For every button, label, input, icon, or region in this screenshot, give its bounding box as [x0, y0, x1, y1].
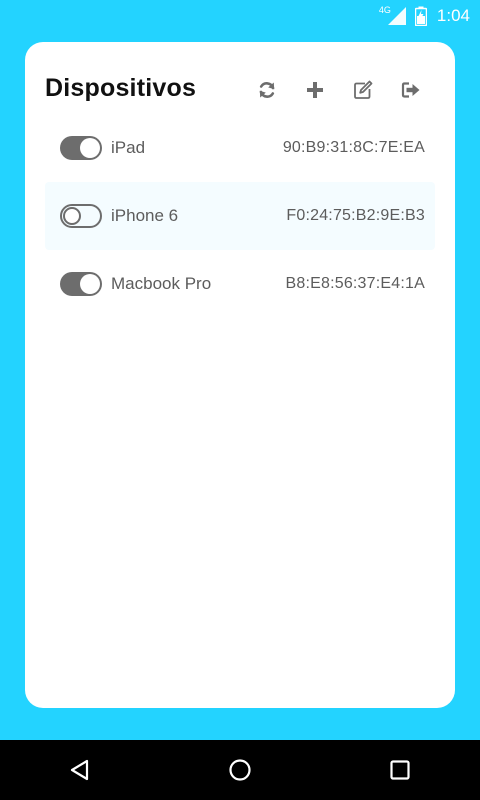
- sign-out-icon: [401, 82, 420, 98]
- device-toggle-ipad[interactable]: [60, 136, 102, 160]
- device-name: iPad: [111, 138, 146, 157]
- toggle-knob: [80, 274, 100, 294]
- plus-icon: [307, 82, 323, 98]
- device-row-iphone-6[interactable]: iPhone 6 F0:24:75:B2:9E:B3: [45, 182, 435, 250]
- device-mac-address: 90:B9:31:8C:7E:EA: [282, 139, 425, 156]
- devices-card: Dispositivos iPad 90:B9:31:8C:7E:EA iPho…: [25, 42, 455, 708]
- app-screen: 4G 1:04 Dispositivos iPad 90:B9:31:8C:7E…: [0, 0, 480, 740]
- device-toggle-macbook-pro[interactable]: [60, 272, 102, 296]
- device-name: Macbook Pro: [111, 274, 212, 293]
- page-title: Dispositivos: [45, 74, 197, 102]
- edit-button[interactable]: [339, 74, 387, 106]
- device-mac-address: F0:24:75:B2:9E:B3: [286, 207, 425, 224]
- device-mac-address: B8:E8:56:37:E4:1A: [285, 275, 425, 292]
- add-device-button[interactable]: [291, 74, 339, 106]
- back-icon: [70, 759, 89, 781]
- toggle-knob: [63, 207, 81, 225]
- back-button[interactable]: [50, 740, 110, 800]
- network-type-label: 4G: [378, 5, 391, 15]
- toolbar: [243, 74, 435, 106]
- recents-button[interactable]: [370, 740, 430, 800]
- battery-icon: [414, 6, 427, 26]
- status-icons: 4G 1:04: [379, 5, 470, 27]
- device-name: iPhone 6: [111, 206, 179, 225]
- home-button[interactable]: [210, 740, 270, 800]
- status-clock: 1:04: [436, 6, 470, 25]
- edit-icon: [354, 80, 373, 99]
- device-toggle-iphone-6[interactable]: [60, 204, 102, 228]
- home-icon: [229, 759, 251, 781]
- toggle-knob: [80, 138, 100, 158]
- device-row-macbook-pro[interactable]: Macbook Pro B8:E8:56:37:E4:1A: [45, 250, 435, 318]
- status-bar: 4G 1:04: [0, 0, 480, 32]
- logout-button[interactable]: [387, 74, 435, 106]
- signal-indicator: 4G: [379, 5, 407, 26]
- card-header: Dispositivos: [45, 72, 435, 108]
- refresh-button[interactable]: [243, 74, 291, 106]
- refresh-icon: [259, 82, 275, 98]
- recents-icon: [390, 760, 410, 780]
- navigation-bar: [0, 740, 480, 800]
- device-list: iPad 90:B9:31:8C:7E:EA iPhone 6 F0:24:75…: [45, 114, 435, 318]
- device-row-ipad[interactable]: iPad 90:B9:31:8C:7E:EA: [45, 114, 435, 182]
